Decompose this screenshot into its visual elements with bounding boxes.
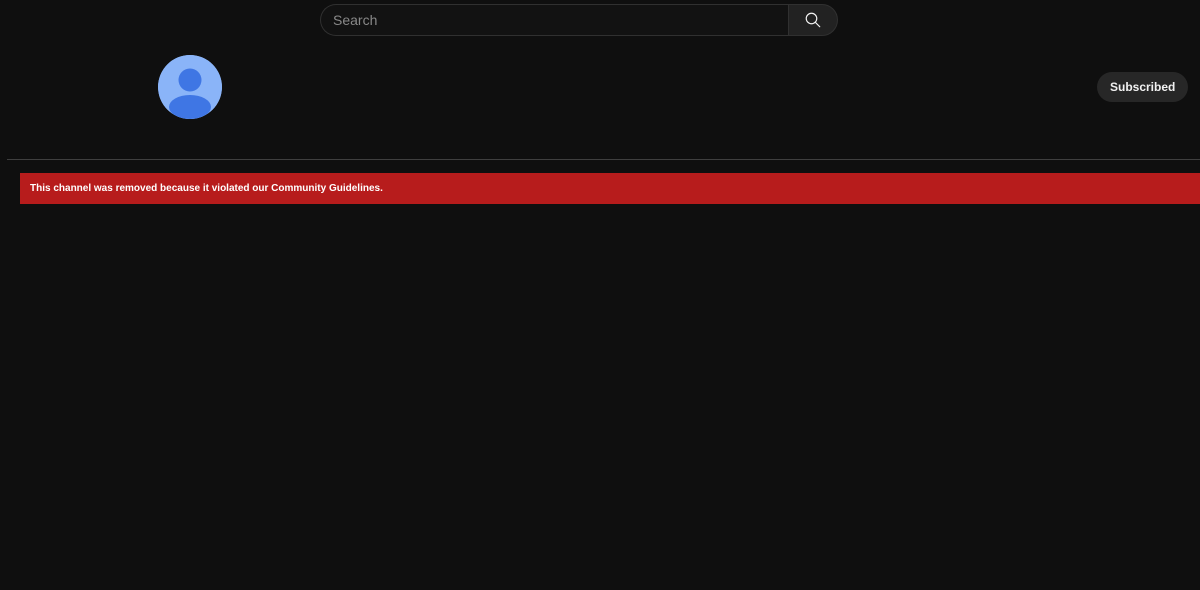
channel-removed-message: This channel was removed because it viol… — [30, 183, 383, 194]
channel-removed-banner: This channel was removed because it viol… — [20, 173, 1200, 204]
subscribed-button[interactable]: Subscribed — [1097, 72, 1189, 102]
search-icon — [804, 11, 822, 29]
search-button[interactable] — [788, 4, 838, 36]
search-bar — [320, 4, 838, 36]
channel-page: Subscribed This channel was removed beca… — [0, 0, 1200, 590]
default-user-avatar-icon — [158, 55, 222, 119]
search-input[interactable] — [320, 4, 788, 36]
header-divider — [7, 159, 1200, 160]
channel-avatar[interactable] — [158, 55, 222, 119]
